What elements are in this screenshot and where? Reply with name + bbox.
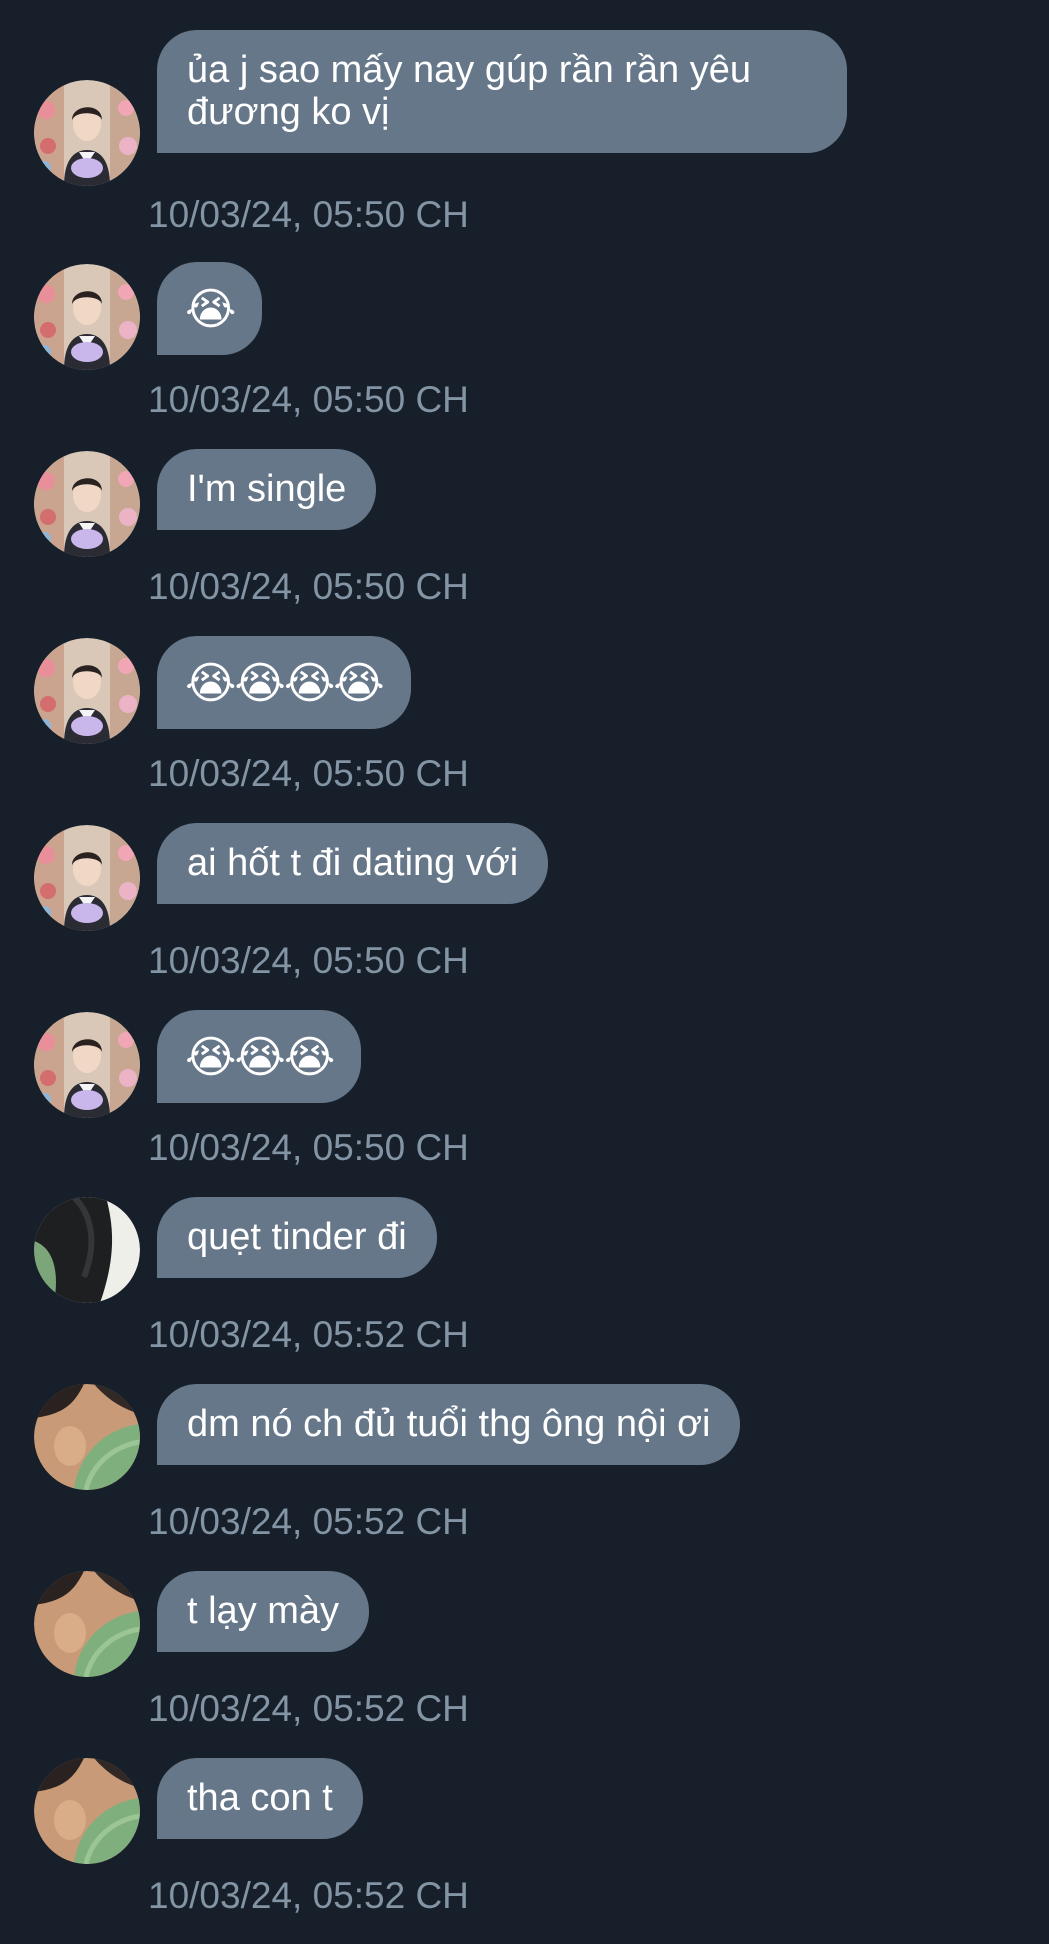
message-row: quẹt tinder đi 10/03/24, 05:52 CH	[0, 1197, 1049, 1383]
message-timestamp: 10/03/24, 05:52 CH	[148, 1688, 469, 1729]
message-bubble[interactable]: tha con t	[157, 1758, 363, 1839]
message-timestamp: 10/03/24, 05:50 CH	[148, 379, 469, 420]
message-timestamp: 10/03/24, 05:50 CH	[148, 1127, 469, 1168]
message-timestamp: 10/03/24, 05:50 CH	[148, 566, 469, 607]
avatar-skin-green[interactable]	[34, 1384, 140, 1490]
message-row: dm nó ch đủ tuổi thg ông nội ơi 10/03/24…	[0, 1384, 1049, 1570]
message-timestamp: 10/03/24, 05:50 CH	[148, 753, 469, 794]
chat-thread: ủa j sao mấy nay gúp rần rần yêu đương k…	[0, 0, 1049, 1920]
avatar-boy-flowers[interactable]	[34, 264, 140, 370]
message-timestamp: 10/03/24, 05:50 CH	[148, 194, 469, 235]
message-bubble[interactable]: t lạy mày	[157, 1571, 370, 1652]
message-row: ủa j sao mấy nay gúp rần rần yêu đương k…	[0, 30, 1049, 235]
message-timestamp: 10/03/24, 05:52 CH	[148, 1314, 469, 1355]
message-bubble[interactable]: 😭😭😭	[157, 1010, 362, 1103]
message-timestamp: 10/03/24, 05:52 CH	[148, 1501, 469, 1542]
message-bubble[interactable]: 😭😭😭😭	[157, 636, 411, 729]
avatar-boy-flowers[interactable]	[34, 638, 140, 744]
message-bubble[interactable]: 😭	[157, 262, 263, 355]
avatar-skin-green[interactable]	[34, 1758, 140, 1864]
avatar-boy-flowers[interactable]	[34, 825, 140, 931]
message-row: 😭😭😭😭 10/03/24, 05:50 CH	[0, 636, 1049, 822]
message-timestamp: 10/03/24, 05:52 CH	[148, 1875, 469, 1916]
message-bubble[interactable]: dm nó ch đủ tuổi thg ông nội ơi	[157, 1384, 741, 1465]
message-bubble[interactable]: ủa j sao mấy nay gúp rần rần yêu đương k…	[157, 30, 847, 153]
message-timestamp: 10/03/24, 05:50 CH	[148, 940, 469, 981]
avatar-dark-green[interactable]	[34, 1197, 140, 1303]
avatar-skin-green[interactable]	[34, 1571, 140, 1677]
message-bubble[interactable]: I'm single	[157, 449, 377, 530]
message-row: 😭 10/03/24, 05:50 CH	[0, 262, 1049, 448]
message-row: tha con t 10/03/24, 05:52 CH	[0, 1758, 1049, 1944]
avatar-boy-flowers[interactable]	[34, 80, 140, 186]
message-row: t lạy mày 10/03/24, 05:52 CH	[0, 1571, 1049, 1757]
message-row: 😭😭😭 10/03/24, 05:50 CH	[0, 1010, 1049, 1196]
message-bubble[interactable]: quẹt tinder đi	[157, 1197, 437, 1278]
message-row: I'm single 10/03/24, 05:50 CH	[0, 449, 1049, 635]
message-row: ai hốt t đi dating với 10/03/24, 05:50 C…	[0, 823, 1049, 1009]
avatar-boy-flowers[interactable]	[34, 1012, 140, 1118]
message-bubble[interactable]: ai hốt t đi dating với	[157, 823, 549, 904]
avatar-boy-flowers[interactable]	[34, 451, 140, 557]
